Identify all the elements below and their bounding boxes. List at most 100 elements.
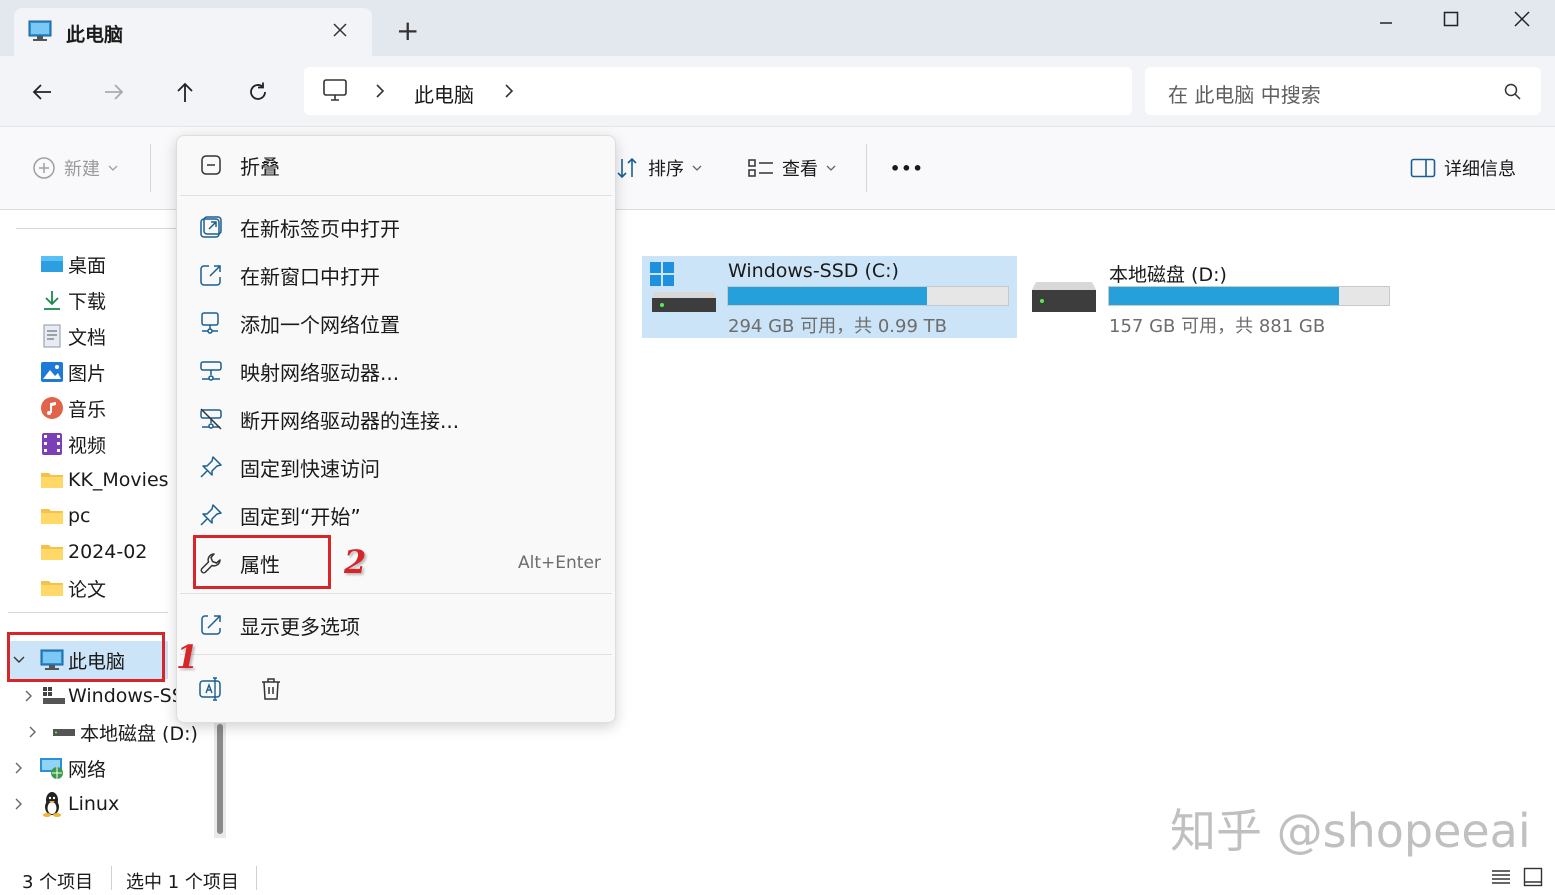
sidebar-item-label: KK_Movies: [68, 469, 169, 491]
drive-d-name[interactable]: 本地磁盘 (D:): [1109, 260, 1227, 287]
toolbar-divider: [866, 144, 867, 192]
sidebar-item-label: 下载: [68, 290, 107, 313]
menu-item-label: 添加一个网络位置: [240, 312, 400, 337]
menu-item-collapse[interactable]: 折叠: [192, 143, 602, 187]
close-tab-icon[interactable]: [332, 22, 348, 38]
chevron-right-icon[interactable]: [10, 762, 28, 774]
watermark: 知乎 @shopeeai: [1170, 804, 1531, 858]
menu-item-label: 固定到“开始”: [240, 504, 361, 529]
add-network-location-icon: [192, 311, 230, 335]
menu-item-open-new-window[interactable]: 在新窗口中打开: [192, 253, 602, 297]
details-pane-icon: [1410, 157, 1436, 179]
refresh-button[interactable]: [240, 74, 276, 110]
tiles-view-icon[interactable]: [1523, 867, 1543, 887]
delete-icon[interactable]: [259, 677, 283, 701]
sidebar-item-pictures[interactable]: 图片: [38, 355, 106, 389]
drive-c-name: Windows-SSD (C:): [728, 260, 899, 282]
chevron-right-icon[interactable]: [10, 798, 28, 810]
back-button[interactable]: [24, 74, 60, 110]
sidebar-item-label: Linux: [68, 793, 120, 815]
sort-button[interactable]: 排序: [616, 152, 702, 184]
windows-drive-icon: [650, 262, 720, 318]
menu-item-disconnect-network-drive[interactable]: 断开网络驱动器的连接...: [192, 397, 602, 441]
sidebar-item-drive-c[interactable]: Windows-SSD (C:): [24, 679, 176, 713]
sidebar-item-videos[interactable]: 视频: [38, 427, 106, 461]
document-icon: [38, 324, 66, 348]
up-button[interactable]: [167, 74, 203, 110]
drive-d-free: 157 GB 可用，共 881 GB: [1109, 316, 1326, 337]
menu-separator: [180, 195, 612, 196]
menu-item-pin-quick-access[interactable]: 固定到快速访问: [192, 445, 602, 489]
status-selected: 选中 1 个项目: [126, 872, 239, 893]
sidebar-item-drive-d[interactable]: 本地磁盘 (D:): [24, 715, 198, 749]
sidebar-divider: [16, 228, 176, 229]
sidebar-item-label: 网络: [68, 758, 107, 781]
sidebar-item-downloads[interactable]: 下载: [38, 283, 106, 317]
windows-drive-icon: [42, 686, 66, 706]
close-window-button[interactable]: [1492, 4, 1552, 34]
menu-item-add-network-location[interactable]: 添加一个网络位置: [192, 301, 602, 345]
sidebar-scroll-thumb[interactable]: [217, 724, 223, 834]
new-tab-button[interactable]: +: [396, 14, 419, 47]
disconnect-network-drive-icon: [192, 407, 230, 431]
chevron-right-icon[interactable]: [503, 84, 515, 98]
download-icon: [38, 289, 66, 311]
menu-item-label: 显示更多选项: [240, 614, 360, 639]
menu-item-label: 映射网络驱动器...: [240, 360, 400, 385]
minimize-button[interactable]: [1356, 4, 1416, 34]
details-view-icon[interactable]: [1491, 868, 1511, 886]
view-label: 查看: [782, 159, 818, 180]
breadcrumb-this-pc[interactable]: 此电脑: [414, 79, 474, 108]
forward-button[interactable]: [96, 74, 132, 110]
sidebar-item-kk-movies[interactable]: KK_Movies: [38, 463, 169, 497]
toolbar-divider: [150, 144, 151, 192]
view-icon: [748, 157, 774, 179]
chevron-right-icon[interactable]: [24, 690, 34, 702]
map-network-drive-icon: [192, 359, 230, 383]
picture-icon: [38, 361, 66, 383]
open-new-tab-icon: [192, 215, 230, 239]
menu-item-show-more-options[interactable]: 显示更多选项: [192, 603, 602, 647]
sidebar-item-linux[interactable]: Linux: [10, 787, 119, 821]
search-icon[interactable]: [1504, 83, 1522, 101]
view-button[interactable]: 查看: [748, 152, 836, 184]
sidebar-item-pc[interactable]: pc: [38, 499, 91, 533]
new-label: 新建: [64, 159, 100, 180]
details-pane-button[interactable]: 详细信息: [1410, 152, 1516, 184]
menu-item-open-new-tab[interactable]: 在新标签页中打开: [192, 205, 602, 249]
drive-d-usage-fill: [1109, 287, 1339, 305]
sidebar-item-desktop[interactable]: 桌面: [38, 247, 106, 281]
sidebar-item-music[interactable]: 音乐: [38, 391, 106, 425]
sort-label: 排序: [648, 159, 684, 180]
menu-separator: [180, 654, 612, 655]
sidebar-item-label: 本地磁盘 (D:): [80, 722, 198, 745]
menu-item-map-network-drive[interactable]: 映射网络驱动器...: [192, 349, 602, 393]
new-button[interactable]: 新建: [32, 152, 118, 184]
more-options-icon: [192, 613, 230, 637]
video-icon: [38, 432, 66, 456]
drive-c-usage-fill: [728, 287, 927, 305]
rename-icon[interactable]: [198, 676, 224, 702]
menu-item-label: 在新窗口中打开: [240, 264, 380, 289]
network-icon: [38, 756, 66, 780]
sidebar-item-label: Windows-SSD (C:): [68, 685, 176, 707]
tab-title: 此电脑: [66, 24, 124, 46]
maximize-button[interactable]: [1421, 4, 1481, 34]
sidebar-item-network[interactable]: 网络: [10, 751, 106, 785]
annotation-box-properties: [193, 535, 331, 589]
sidebar-item-thesis[interactable]: 论文: [38, 571, 106, 605]
chevron-right-icon[interactable]: [24, 726, 42, 738]
drive-icon: [1032, 280, 1098, 316]
menu-item-pin-start[interactable]: 固定到“开始”: [192, 493, 602, 537]
more-options-button[interactable]: •••: [890, 152, 924, 184]
folder-icon: [38, 470, 66, 490]
details-label: 详细信息: [1444, 159, 1516, 180]
chevron-right-icon[interactable]: [374, 84, 386, 98]
sidebar-item-documents[interactable]: 文档: [38, 319, 106, 353]
menu-item-label: 折叠: [240, 154, 280, 179]
annotation-box-this-pc: [7, 632, 165, 682]
sidebar-item-2024-02[interactable]: 2024-02: [38, 535, 147, 569]
search-input[interactable]: 在 此电脑 中搜索: [1168, 79, 1321, 108]
drive-c-usage-bar: [727, 286, 1009, 306]
status-divider: [111, 866, 112, 890]
